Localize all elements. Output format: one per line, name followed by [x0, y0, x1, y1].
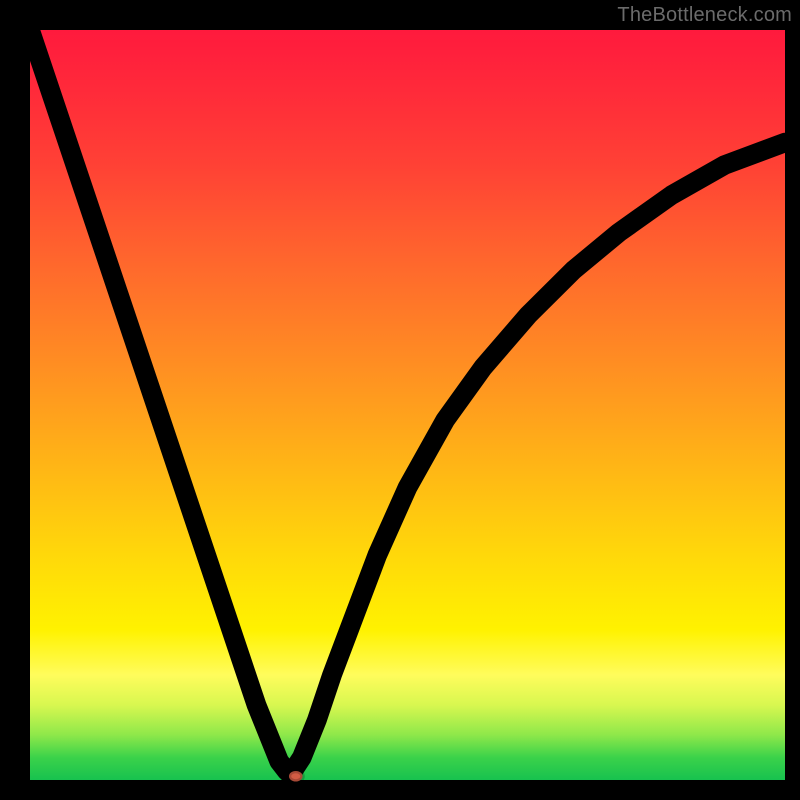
plot-area	[30, 30, 785, 780]
chart-frame: TheBottleneck.com	[0, 0, 800, 800]
bottleneck-marker	[289, 771, 303, 782]
curve-svg	[30, 30, 785, 780]
curve-right-branch	[290, 143, 785, 775]
curve-left-branch	[30, 30, 290, 775]
watermark-text: TheBottleneck.com	[617, 4, 792, 27]
